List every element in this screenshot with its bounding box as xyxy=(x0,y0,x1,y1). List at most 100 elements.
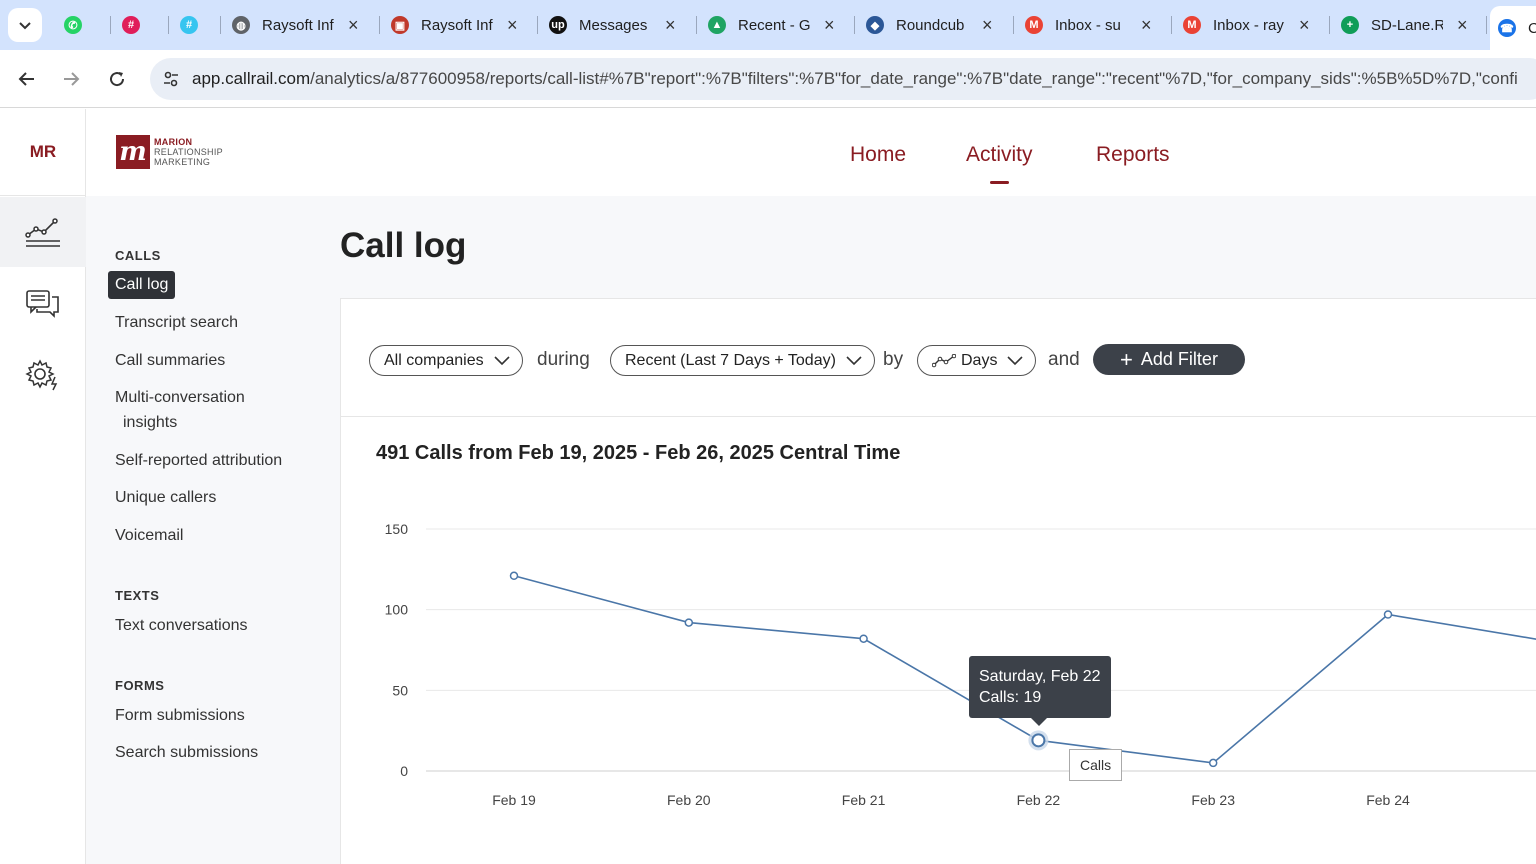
y-tick-label: 0 xyxy=(400,763,408,779)
tab-title: C xyxy=(1528,19,1536,37)
tooltip-calls: Calls: 19 xyxy=(979,689,1042,706)
browser-tab[interactable]: ◆ Roundcub × xyxy=(858,8,1008,42)
x-tick-label: Feb 19 xyxy=(492,792,536,808)
browser-tab[interactable]: # xyxy=(172,8,212,42)
by-label: by xyxy=(883,349,904,370)
browser-tab[interactable]: ▲ Recent - G × xyxy=(700,8,850,42)
subnav-call-log[interactable]: Call log xyxy=(108,271,176,299)
browser-tab[interactable]: # xyxy=(114,8,154,42)
browser-tab[interactable]: M Inbox - su × xyxy=(1017,8,1167,42)
url-path: /analytics/a/877600958/reports/call-list… xyxy=(310,69,1518,88)
close-tab-icon[interactable]: × xyxy=(665,15,676,36)
close-tab-icon[interactable]: × xyxy=(348,15,359,36)
date-range-value: Recent (Last 7 Days + Today) xyxy=(625,351,836,369)
tab-title: Roundcub xyxy=(896,16,965,34)
back-button[interactable] xyxy=(10,62,44,96)
and-label: and xyxy=(1048,349,1080,370)
tooltip-date: Saturday, Feb 22 xyxy=(979,668,1101,685)
x-tick-label: Feb 22 xyxy=(1017,792,1061,808)
browser-tab[interactable]: up Messages × xyxy=(541,8,691,42)
slack-icon: # xyxy=(122,16,140,34)
account-initials[interactable]: MR xyxy=(0,109,86,196)
close-tab-icon[interactable]: × xyxy=(1457,15,1468,36)
add-filter-button[interactable]: + Add Filter xyxy=(1093,344,1245,375)
close-tab-icon[interactable]: × xyxy=(507,15,518,36)
subnav-search-submissions[interactable]: Search submissions xyxy=(115,740,258,765)
x-tick-label: Feb 21 xyxy=(842,792,886,808)
filter-bar: All companies during Recent (Last 7 Days… xyxy=(341,299,1536,417)
close-tab-icon[interactable]: × xyxy=(824,15,835,36)
x-tick-label: Feb 24 xyxy=(1366,792,1410,808)
tab-title: SD-Lane.R xyxy=(1371,16,1443,34)
during-label: during xyxy=(537,349,590,370)
globe-icon: ◍ xyxy=(232,16,250,34)
chevron-down-icon xyxy=(846,355,862,365)
browser-tab[interactable]: + SD-Lane.R × xyxy=(1333,8,1483,42)
nav-reports[interactable]: Reports xyxy=(1096,143,1170,167)
site-info-icon[interactable] xyxy=(150,58,192,100)
tab-separator xyxy=(537,16,538,34)
sheets-icon: + xyxy=(1341,16,1359,34)
slack-icon: # xyxy=(180,16,198,34)
rail-settings[interactable] xyxy=(0,339,86,409)
forward-button[interactable] xyxy=(54,62,88,96)
chevron-down-icon xyxy=(19,22,31,30)
series-label-tooltip: Calls xyxy=(1069,749,1123,781)
address-bar[interactable]: app.callrail.com/analytics/a/877600958/r… xyxy=(150,58,1536,100)
browser-tab[interactable]: ◍ Raysoft Inf × xyxy=(224,8,374,42)
browser-tab-strip: ✆ # # ◍ Raysoft Inf × ▣ Raysoft Inf × up Messages ×… xyxy=(0,0,1536,50)
arrow-right-icon xyxy=(64,72,80,86)
rail-conversations[interactable] xyxy=(0,269,86,339)
nav-activity[interactable]: Activity xyxy=(966,143,1033,184)
close-tab-icon[interactable]: × xyxy=(1141,15,1152,36)
company-filter-dropdown[interactable]: All companies xyxy=(369,345,523,376)
tab-search-button[interactable] xyxy=(8,8,42,42)
subnav-multi-conversation-line1: Multi-conversation xyxy=(115,389,245,406)
browser-tab[interactable]: ▣ Raysoft Inf × xyxy=(383,8,533,42)
url-host: app.callrail.com xyxy=(192,69,311,88)
granularity-dropdown[interactable]: Days xyxy=(917,345,1037,376)
add-filter-label: Add Filter xyxy=(1140,349,1218,369)
tab-title: Inbox - ray xyxy=(1213,16,1284,34)
close-tab-icon[interactable]: × xyxy=(1299,15,1310,36)
company-filter-value: All companies xyxy=(384,351,484,369)
plus-icon: + xyxy=(1120,346,1133,372)
subnav-unique-callers[interactable]: Unique callers xyxy=(115,485,216,510)
data-point xyxy=(1383,610,1393,619)
app-left-rail: MR xyxy=(0,109,86,864)
data-point-highlighted xyxy=(1031,733,1046,748)
analytics-chart-icon xyxy=(25,218,60,247)
subnav-form-submissions[interactable]: Form submissions xyxy=(115,703,245,728)
report-panel: All companies during Recent (Last 7 Days… xyxy=(340,298,1536,864)
subnav-voicemail[interactable]: Voicemail xyxy=(115,523,183,548)
subnav-multi-conversation-insights[interactable]: Multi-conversation insights xyxy=(115,385,245,435)
nav-home[interactable]: Home xyxy=(850,143,906,167)
close-tab-icon[interactable]: × xyxy=(982,15,993,36)
whatsapp-icon: ✆ xyxy=(64,16,82,34)
tab-separator xyxy=(854,16,855,34)
chevron-down-icon xyxy=(1007,355,1024,365)
company-logo[interactable]: m MARION RELATIONSHIP MARKETING xyxy=(116,135,223,169)
subnav-self-reported-attribution[interactable]: Self-reported attribution xyxy=(115,448,282,473)
reload-button[interactable] xyxy=(100,62,134,96)
chevron-down-icon xyxy=(494,355,510,365)
tab-title: Recent - G xyxy=(738,16,810,34)
tab-title: Messages xyxy=(579,16,648,34)
subnav-call-summaries[interactable]: Call summaries xyxy=(115,348,225,373)
tab-separator xyxy=(696,16,697,34)
settings-gear-icon xyxy=(25,359,58,391)
subnav-text-conversations[interactable]: Text conversations xyxy=(115,613,248,638)
browser-tab[interactable]: ✆ xyxy=(56,8,96,42)
tab-separator xyxy=(110,16,111,34)
phone-icon: ☎ xyxy=(1498,19,1516,37)
subnav-transcript-search[interactable]: Transcript search xyxy=(115,310,238,335)
tab-title: Raysoft Inf xyxy=(421,16,493,34)
rail-analytics[interactable] xyxy=(0,197,86,267)
drive-icon: ▲ xyxy=(708,16,726,34)
browser-tab[interactable]: ☎ C xyxy=(1490,6,1536,50)
app-header: m MARION RELATIONSHIP MARKETING Home Act… xyxy=(86,109,1536,196)
reload-icon xyxy=(110,72,125,87)
forms-heading: FORMS xyxy=(115,678,165,693)
browser-tab[interactable]: M Inbox - ray × xyxy=(1175,8,1325,42)
date-range-dropdown[interactable]: Recent (Last 7 Days + Today) xyxy=(610,345,875,376)
